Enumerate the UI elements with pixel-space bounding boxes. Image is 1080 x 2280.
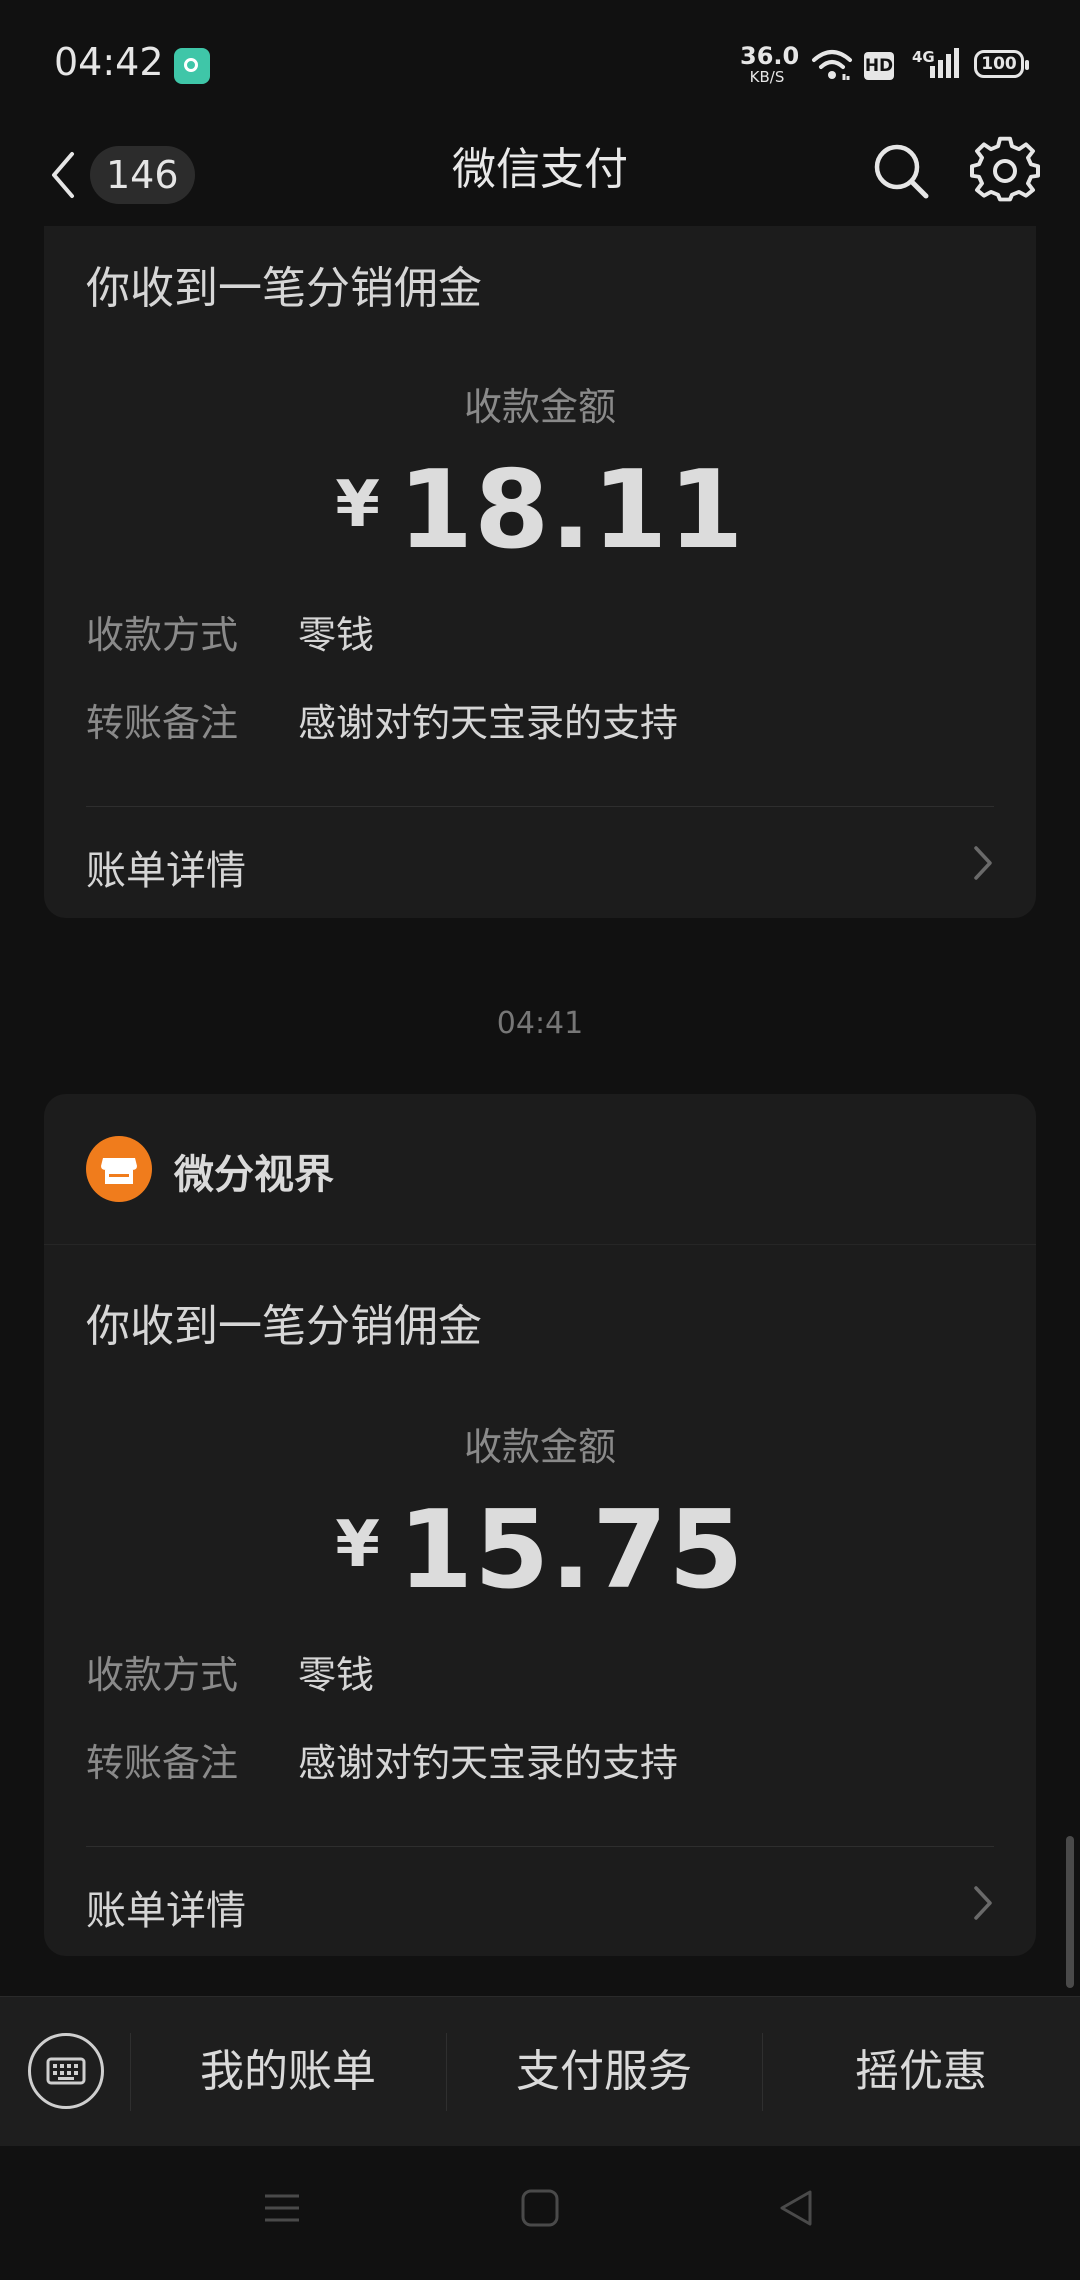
card-title: 你收到一笔分销佣金 bbox=[86, 263, 482, 314]
message-timestamp: 04:41 bbox=[496, 1006, 584, 1041]
payment-method-value: 零钱 bbox=[298, 613, 375, 657]
network-speed-value: 36.0 bbox=[740, 42, 800, 70]
gear-icon bbox=[970, 136, 1040, 202]
payment-method-value: 零钱 bbox=[298, 1653, 375, 1697]
bill-details-link[interactable]: 账单详情 bbox=[44, 808, 1036, 918]
chevron-left-icon bbox=[52, 152, 74, 198]
menu-item-shake-offers[interactable]: 摇优惠 bbox=[762, 1997, 1080, 2147]
amount-label: 收款金额 bbox=[463, 1425, 616, 1469]
shop-icon bbox=[101, 1158, 137, 1184]
scrollbar-thumb[interactable] bbox=[1066, 1836, 1074, 1988]
search-button[interactable] bbox=[866, 136, 936, 206]
chevron-right-icon bbox=[974, 846, 992, 880]
amount: ¥15.75 bbox=[44, 1488, 1036, 1613]
hd-badge: HD bbox=[864, 52, 894, 80]
wifi-icon bbox=[812, 50, 852, 80]
bill-details-label: 账单详情 bbox=[86, 1888, 246, 1934]
merchant-name: 微分视界 bbox=[174, 1152, 334, 1198]
home-icon[interactable] bbox=[520, 2188, 560, 2228]
payment-method-label: 收款方式 bbox=[86, 1653, 239, 1697]
network-speed: 36.0 KB/S bbox=[740, 42, 800, 86]
amount: ¥18.11 bbox=[44, 448, 1036, 573]
menu-item-payment-services[interactable]: 支付服务 bbox=[446, 1997, 762, 2147]
merchant-avatar bbox=[86, 1136, 152, 1202]
bill-details-link[interactable]: 账单详情 bbox=[44, 1848, 1036, 1958]
currency-symbol: ¥ bbox=[335, 1508, 380, 1582]
system-navigation-bar bbox=[0, 2146, 1080, 2280]
currency-symbol: ¥ bbox=[335, 468, 380, 542]
merchant-header[interactable]: 微分视界 bbox=[44, 1094, 1036, 1245]
amount-label: 收款金额 bbox=[463, 385, 616, 429]
amount-value: 15.75 bbox=[397, 1488, 745, 1613]
payment-card: 微分视界 你收到一笔分销佣金 收款金额 ¥15.75 收款方式 零钱 转账备注 … bbox=[44, 1094, 1036, 1956]
card-title: 你收到一笔分销佣金 bbox=[86, 1301, 482, 1352]
app-notification-icon bbox=[174, 48, 210, 84]
transfer-note-value: 感谢对钓天宝录的支持 bbox=[298, 1741, 679, 1785]
back-button[interactable]: 146 bbox=[40, 138, 220, 218]
keyboard-icon bbox=[46, 2057, 86, 2085]
signal-icon bbox=[930, 48, 959, 78]
battery-icon: 100 bbox=[974, 50, 1029, 78]
unread-count-badge: 146 bbox=[90, 146, 195, 204]
bottom-menu: 我的账单 支付服务 摇优惠 bbox=[0, 1996, 1080, 2147]
amount-value: 18.11 bbox=[397, 448, 745, 573]
menu-icon[interactable] bbox=[262, 2188, 302, 2228]
transfer-note-label: 转账备注 bbox=[86, 1741, 239, 1785]
transfer-note-label: 转账备注 bbox=[86, 701, 239, 745]
bill-details-label: 账单详情 bbox=[86, 848, 246, 894]
payment-card: 你收到一笔分销佣金 收款金额 ¥18.11 收款方式 零钱 转账备注 感谢对钓天… bbox=[44, 226, 1036, 918]
nav-bar: 146 微信支付 bbox=[0, 130, 1080, 226]
menu-item-my-bills[interactable]: 我的账单 bbox=[130, 1997, 446, 2147]
status-bar: 04:42 36.0 KB/S HD 4G 100 bbox=[0, 0, 1080, 130]
chevron-right-icon bbox=[974, 1886, 992, 1920]
network-speed-unit: KB/S bbox=[749, 68, 785, 86]
payment-method-label: 收款方式 bbox=[86, 613, 239, 657]
search-icon bbox=[874, 144, 929, 199]
back-triangle-icon[interactable] bbox=[776, 2188, 816, 2228]
status-time: 04:42 bbox=[54, 40, 164, 84]
transfer-note-value: 感谢对钓天宝录的支持 bbox=[298, 701, 679, 745]
divider bbox=[86, 1846, 994, 1847]
keyboard-toggle-button[interactable] bbox=[28, 2033, 104, 2109]
settings-button[interactable] bbox=[970, 136, 1040, 206]
divider bbox=[86, 806, 994, 807]
